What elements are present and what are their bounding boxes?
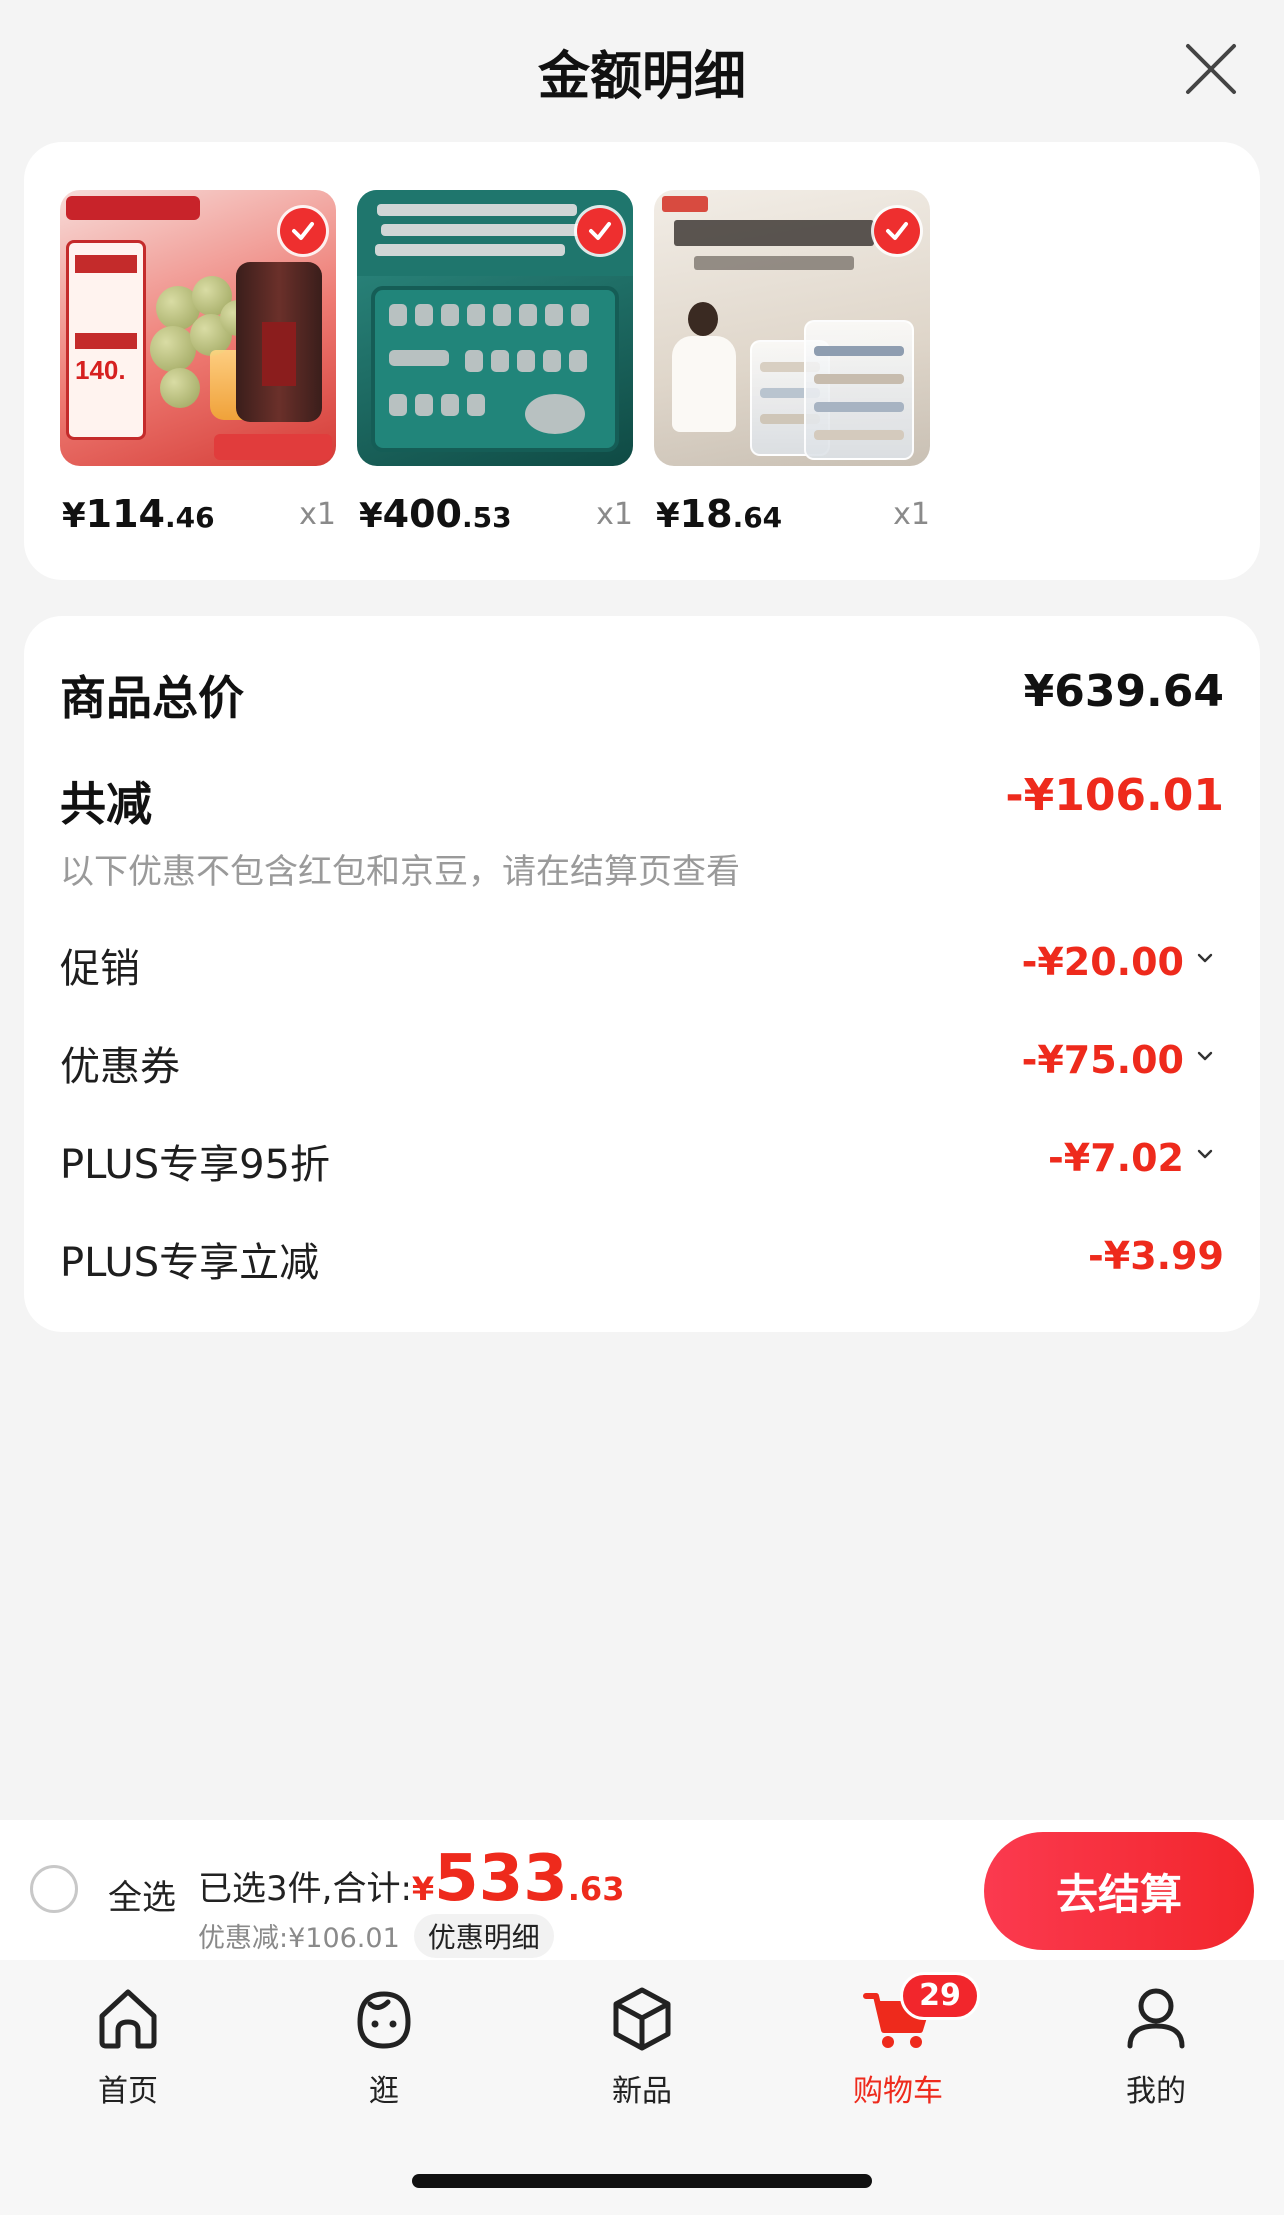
product-thumbnail[interactable]: 140. <box>60 190 336 466</box>
tab-home[interactable]: 首页 <box>48 1982 208 2122</box>
product-quantity: x1 <box>596 497 633 532</box>
header: 金额明细 <box>0 0 1284 138</box>
total-price-label: 商品总价 <box>60 671 244 725</box>
discount-row-promotion[interactable]: 促销 -¥20.00 <box>60 936 1224 992</box>
discount-value: -¥3.99 <box>1088 1234 1224 1278</box>
discount-label: PLUS专享立减 <box>60 1240 320 1286</box>
page-title: 金额明细 <box>537 47 746 107</box>
discount-amount: 优惠减:¥106.01 <box>198 1923 400 1954</box>
discount-value: -¥20.00 <box>1021 940 1184 984</box>
home-indicator <box>412 2174 872 2188</box>
checkmark-icon <box>292 222 314 240</box>
total-discount-value: -¥106.01 <box>1005 770 1224 821</box>
discount-value: -¥75.00 <box>1021 1038 1184 1082</box>
checkout-bar: 全选 已选3件,合计:¥533.63 优惠减:¥106.01 优惠明细 去结算 <box>0 1820 1284 1960</box>
selected-check[interactable] <box>280 208 326 254</box>
close-icon <box>1186 44 1236 94</box>
checkmark-icon <box>886 222 908 240</box>
discount-row-coupon[interactable]: 优惠券 -¥75.00 <box>60 1034 1224 1090</box>
discount-label: 促销 <box>60 946 140 992</box>
select-all-checkbox[interactable] <box>30 1865 78 1913</box>
discount-row-plus-95[interactable]: PLUS专享95折 -¥7.02 <box>60 1132 1224 1188</box>
cube-icon <box>613 1987 671 2051</box>
total-discount-row: 共减 -¥106.01 <box>60 768 1224 831</box>
product-quantity: x1 <box>893 497 930 532</box>
product-quantity: x1 <box>299 497 336 532</box>
total-discount-label: 共减 <box>60 777 152 831</box>
discount-value: -¥7.02 <box>1048 1136 1184 1180</box>
price-summary-card: 商品总价 ¥639.64 共减 -¥106.01 以下优惠不包含红包和京豆，请在… <box>24 616 1260 1332</box>
product-price: ¥18.64 <box>656 492 783 536</box>
checkout-button[interactable]: 去结算 <box>984 1832 1254 1950</box>
chevron-down-icon[interactable] <box>1194 1143 1216 1165</box>
select-all-label[interactable]: 全选 <box>108 1870 176 1919</box>
chevron-down-icon[interactable] <box>1194 947 1216 969</box>
discount-label: PLUS专享95折 <box>60 1142 330 1188</box>
discount-summary: 优惠减:¥106.01 优惠明细 <box>198 1914 554 1958</box>
chevron-down-icon[interactable] <box>1194 1045 1216 1067</box>
discount-row-plus-reduce: PLUS专享立减 -¥3.99 <box>60 1230 1224 1286</box>
selected-check[interactable] <box>577 208 623 254</box>
product-thumbnail[interactable] <box>357 190 633 466</box>
product-item[interactable]: ¥18.64 x1 <box>654 190 930 536</box>
tab-cart[interactable]: 29 购物车 <box>818 1972 980 2122</box>
total-price-value: ¥639.64 <box>1023 666 1224 717</box>
selected-check[interactable] <box>874 208 920 254</box>
checkmark-icon <box>589 222 611 240</box>
products-card: 140. ¥114.46 x1 ¥400.53 x1 ¥18.64 x1 <box>24 142 1260 580</box>
amount-detail-page: 金额明细 140. ¥114.46 x1 ¥400.53 x1 ¥18.64 x… <box>0 0 1284 2215</box>
tab-browse[interactable]: 逛 <box>304 1982 464 2122</box>
tab-profile[interactable]: 我的 <box>1076 1982 1236 2122</box>
discount-detail-button[interactable]: 优惠明细 <box>413 1914 554 1958</box>
browse-face-icon <box>357 1991 411 2049</box>
discount-note: 以下优惠不包含红包和京豆，请在结算页查看 <box>60 852 740 892</box>
tab-new[interactable]: 新品 <box>562 1982 722 2122</box>
home-icon <box>99 1989 157 2049</box>
product-price: ¥400.53 <box>359 492 512 536</box>
close-button[interactable] <box>1178 36 1244 102</box>
product-thumbnail[interactable] <box>654 190 930 466</box>
total-price-row: 商品总价 ¥639.64 <box>60 662 1224 725</box>
selected-total: 已选3件,合计:¥533.63 <box>198 1842 625 1916</box>
cart-count-badge: 29 <box>900 1972 980 2020</box>
product-item[interactable]: 140. ¥114.46 x1 <box>60 190 336 536</box>
product-price: ¥114.46 <box>62 492 215 536</box>
product-item[interactable]: ¥400.53 x1 <box>357 190 633 536</box>
person-icon <box>1127 1988 1185 2049</box>
discount-label: 优惠券 <box>60 1044 180 1090</box>
